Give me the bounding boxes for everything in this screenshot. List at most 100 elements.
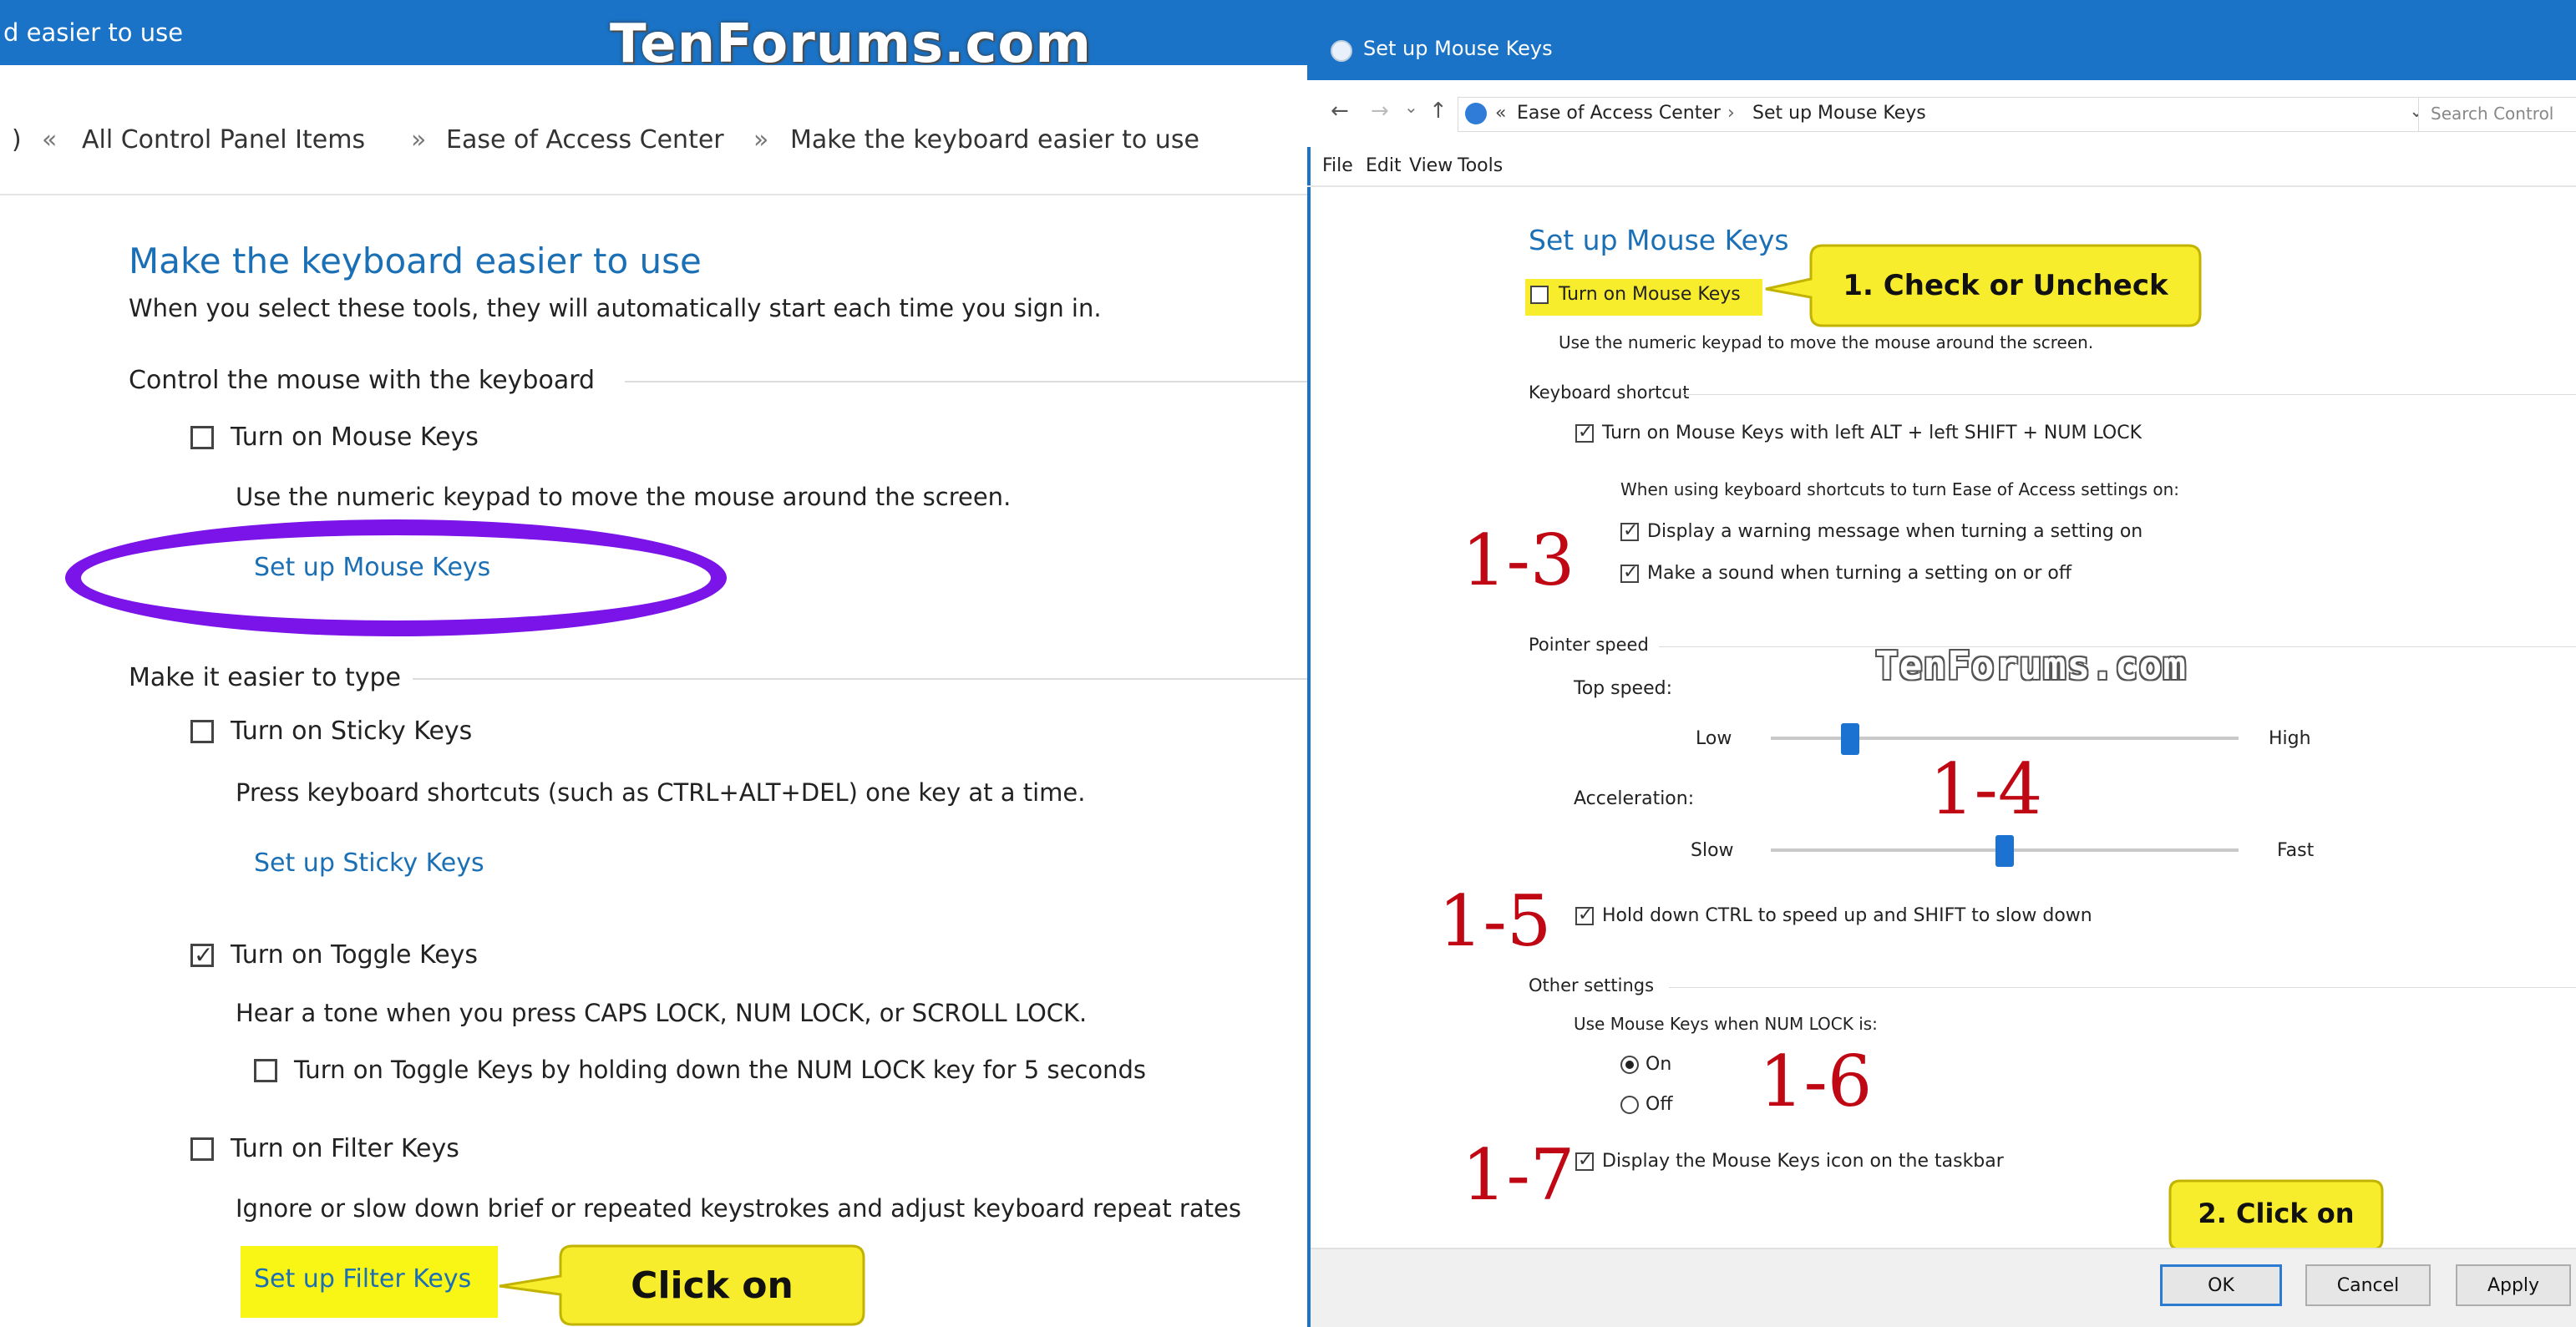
taskbar-icon-checkbox[interactable] [1575, 1150, 1594, 1171]
left-window-title: d easier to use [3, 18, 184, 47]
address-divider [0, 194, 1307, 195]
address-field[interactable]: « Ease of Access Center › Set up Mouse K… [1458, 97, 2472, 132]
page-title: Make the keyboard easier to use [129, 241, 702, 281]
ctrl-shift-label: Hold down CTRL to speed up and SHIFT to … [1602, 905, 2092, 926]
click-on-ok-callout-text: 2. Click on [2198, 1198, 2355, 1229]
setup-filter-keys-link[interactable]: Set up Filter Keys [254, 1264, 471, 1294]
shortcut-checkbox[interactable] [1575, 422, 1594, 443]
search-placeholder: Search Control [2431, 104, 2554, 124]
radio-on-label: On [1645, 1054, 1672, 1075]
acceleration-slider[interactable] [1995, 835, 2014, 867]
filter-keys-checkbox[interactable] [190, 1137, 214, 1161]
search-field[interactable]: Search Control [2418, 97, 2576, 132]
radio-off-label: Off [1645, 1094, 1673, 1115]
up-arrow-icon[interactable]: ↑ [1429, 99, 1448, 124]
filter-keys-label: Turn on Filter Keys [231, 1134, 459, 1163]
ease-of-access-icon [1465, 103, 1487, 124]
sticky-keys-desc: Press keyboard shortcuts (such as CTRL+A… [236, 778, 1086, 807]
forward-arrow-icon[interactable]: → [1371, 99, 1389, 124]
turn-on-mouse-keys-label: Turn on Mouse Keys [1559, 284, 1741, 305]
sound-label: Make a sound when turning a setting on o… [1647, 563, 2072, 584]
section-pointer-speed: Pointer speed [1529, 635, 1649, 655]
annotation-1-7: 1-7 [1462, 1134, 1575, 1216]
breadcrumb-chevron-icon[interactable]: « [42, 125, 57, 154]
warning-checkbox[interactable] [1620, 520, 1639, 541]
section-keyboard-shortcut: Keyboard shortcut [1529, 382, 1690, 403]
shortcut-label: Turn on Mouse Keys with left ALT + left … [1602, 423, 2142, 443]
breadcrumb: ) « All Control Panel Items » Ease of Ac… [0, 90, 1307, 195]
turn-on-mouse-keys-desc: Use the numeric keypad to move the mouse… [1559, 332, 2094, 352]
breadcrumb-all-control-panel-items[interactable]: All Control Panel Items [82, 125, 365, 154]
back-glyph[interactable]: ) [12, 125, 22, 154]
shortcut-note: When using keyboard shortcuts to turn Ea… [1620, 479, 2180, 499]
mouse-keys-desc: Use the numeric keypad to move the mouse… [236, 483, 1012, 511]
radio-off[interactable] [1620, 1096, 1639, 1114]
toggle-hold-checkbox[interactable] [254, 1059, 277, 1082]
toggle-hold-label: Turn on Toggle Keys by holding down the … [294, 1056, 1146, 1084]
menu-bar: File Edit View Tools [1307, 147, 2576, 189]
section-divider [1669, 987, 2576, 988]
dialog-title: Set up Mouse Keys [1363, 37, 1553, 60]
setup-sticky-keys-link[interactable]: Set up Sticky Keys [254, 848, 484, 878]
toggle-keys-checkbox[interactable] [190, 941, 214, 969]
sound-checkbox[interactable] [1620, 562, 1639, 583]
address-setup-mouse-keys[interactable]: Set up Mouse Keys [1752, 103, 1926, 124]
section-easier-type: Make it easier to type [129, 663, 402, 692]
back-arrow-icon[interactable]: ← [1331, 99, 1349, 124]
breadcrumb-separator: » [753, 125, 769, 154]
annotation-1-6: 1-6 [1759, 1041, 1873, 1122]
acceleration-fast: Fast [2277, 840, 2315, 861]
setup-mouse-keys-link[interactable]: Set up Mouse Keys [254, 553, 490, 582]
cancel-button[interactable]: Cancel [2305, 1264, 2431, 1306]
address-chevron-icon: « [1495, 103, 1507, 124]
address-ease-of-access[interactable]: Ease of Access Center [1517, 103, 1721, 124]
address-separator: › [1727, 103, 1735, 124]
top-speed-low: Low [1696, 728, 1732, 749]
check-uncheck-callout-text: 1. Check or Uncheck [1843, 269, 2168, 302]
top-speed-slider[interactable] [1841, 723, 1860, 755]
radio-on[interactable] [1620, 1056, 1639, 1074]
menu-edit[interactable]: Edit [1366, 155, 1402, 176]
recent-locations-icon[interactable]: ⌄ [1404, 97, 1418, 117]
warning-label: Display a warning message when turning a… [1647, 521, 2143, 542]
sticky-keys-checkbox[interactable] [190, 720, 214, 743]
mouse-keys-checkbox[interactable] [190, 426, 214, 449]
annotation-1-5: 1-5 [1438, 880, 1552, 962]
annotation-1-4: 1-4 [1929, 748, 2043, 830]
menu-file[interactable]: File [1322, 155, 1353, 176]
dialog-address-bar: ← → ⌄ ↑ « Ease of Access Center › Set up… [1307, 80, 2576, 147]
dialog-heading: Set up Mouse Keys [1529, 224, 1789, 256]
ctrl-shift-checkbox[interactable] [1575, 904, 1594, 925]
toggle-keys-label: Turn on Toggle Keys [231, 940, 479, 970]
section-divider [413, 678, 1307, 680]
section-divider [1681, 394, 2576, 395]
numlock-label: Use Mouse Keys when NUM LOCK is: [1574, 1014, 1878, 1034]
page-subtitle: When you select these tools, they will a… [129, 294, 1102, 322]
acceleration-slow: Slow [1691, 840, 1734, 861]
click-on-callout-text: Click on [631, 1264, 794, 1307]
watermark: TenForums.com [610, 13, 1093, 75]
breadcrumb-separator: » [411, 125, 427, 154]
top-speed-label: Top speed: [1574, 678, 1672, 699]
menu-view[interactable]: View [1409, 155, 1453, 176]
toggle-keys-desc: Hear a tone when you press CAPS LOCK, NU… [236, 999, 1088, 1027]
breadcrumb-ease-of-access[interactable]: Ease of Access Center [446, 125, 724, 154]
menu-divider [1307, 185, 2576, 187]
section-divider [625, 381, 1307, 382]
filter-keys-desc: Ignore or slow down brief or repeated ke… [236, 1194, 1241, 1223]
annotation-1-3: 1-3 [1462, 519, 1575, 601]
section-other-settings: Other settings [1529, 975, 1655, 995]
section-control-mouse: Control the mouse with the keyboard [129, 366, 596, 395]
menu-tools[interactable]: Tools [1458, 155, 1503, 176]
turn-on-mouse-keys-checkbox[interactable] [1530, 286, 1549, 304]
ok-button[interactable]: OK [2160, 1264, 2282, 1306]
watermark: TenForums.com [1875, 643, 2188, 688]
taskbar-icon-label: Display the Mouse Keys icon on the taskb… [1602, 1151, 2004, 1172]
breadcrumb-current-page[interactable]: Make the keyboard easier to use [790, 125, 1199, 154]
mouse-keys-label: Turn on Mouse Keys [231, 423, 479, 452]
sticky-keys-label: Turn on Sticky Keys [231, 717, 473, 746]
acceleration-label: Acceleration: [1574, 788, 1695, 809]
top-speed-high: High [2269, 728, 2311, 749]
apply-button[interactable]: Apply [2456, 1264, 2571, 1306]
ease-of-access-icon [1331, 40, 1352, 62]
